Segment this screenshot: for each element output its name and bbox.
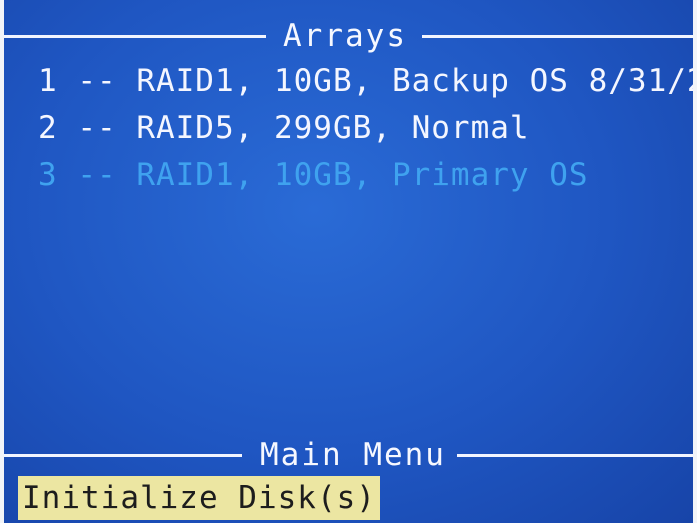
array-item-2[interactable]: 2 -- RAID5, 299GB, Normal bbox=[38, 108, 530, 148]
bios-screen: Arrays 1 -- RAID1, 10GB, Backup OS 8/31/… bbox=[4, 0, 693, 523]
header-rule-right bbox=[457, 454, 693, 457]
header-rule-left bbox=[4, 454, 242, 457]
header-rule-right bbox=[422, 35, 693, 38]
main-menu-header: Main Menu bbox=[4, 435, 693, 475]
arrays-header: Arrays bbox=[4, 16, 693, 56]
array-item-3-selected[interactable]: 3 -- RAID1, 10GB, Primary OS bbox=[38, 155, 589, 195]
array-item-1[interactable]: 1 -- RAID1, 10GB, Backup OS 8/31/2 bbox=[38, 61, 693, 101]
header-rule-left bbox=[4, 35, 266, 38]
menu-item-initialize-disks[interactable]: Initialize Disk(s) bbox=[18, 476, 380, 520]
arrays-title: Arrays bbox=[283, 18, 407, 54]
main-menu-title: Main Menu bbox=[260, 437, 446, 473]
